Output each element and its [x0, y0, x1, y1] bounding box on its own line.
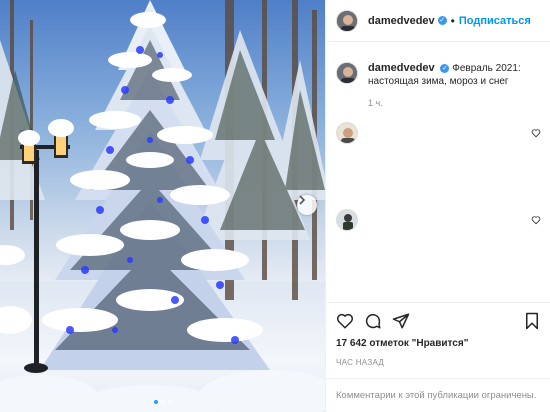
next-arrow-icon [299, 195, 306, 205]
heart-icon[interactable] [531, 128, 541, 138]
post-header: damedvedev ✓ • Подписаться [326, 0, 550, 42]
comments-limited-notice: Комментарии к этой публикации ограничены… [326, 378, 550, 412]
carousel-next-button[interactable] [297, 195, 317, 215]
comment-button[interactable] [364, 312, 382, 330]
comment-icon [365, 313, 381, 328]
comment-item [336, 209, 541, 231]
like-button[interactable] [336, 312, 354, 330]
save-button[interactable] [524, 312, 540, 330]
post-photo[interactable] [0, 0, 325, 412]
commenter-avatar[interactable] [336, 209, 358, 231]
share-icon [392, 313, 410, 328]
action-bar [326, 302, 550, 338]
post-timestamp[interactable]: ЧАС НАЗАД [326, 356, 550, 378]
carousel-dot [160, 400, 165, 404]
verified-icon: ✓ [440, 64, 450, 73]
carousel-dot [167, 400, 172, 404]
caption-timestamp[interactable]: 1 ч. [368, 98, 383, 108]
winter-scene-image [0, 0, 325, 412]
post-caption: damedvedev ✓ Февраль 2021: настоящая зим… [336, 62, 536, 88]
caption-avatar[interactable] [336, 62, 358, 84]
follow-button[interactable]: Подписаться [459, 15, 531, 27]
verified-icon: ✓ [437, 16, 447, 25]
heart-icon [336, 313, 354, 328]
comments-section: damedvedev ✓ Февраль 2021: настоящая зим… [326, 42, 550, 302]
carousel-indicator [0, 400, 325, 404]
author-avatar[interactable] [336, 9, 358, 32]
commenter-avatar[interactable] [336, 122, 358, 144]
heart-icon[interactable] [531, 215, 541, 225]
author-username[interactable]: damedvedev [368, 15, 435, 27]
separator-dot: • [450, 13, 455, 28]
carousel-dot [153, 400, 158, 404]
bookmark-icon [526, 312, 538, 329]
caption-username[interactable]: damedvedev [368, 62, 435, 74]
likes-count[interactable]: 17 642 отметок "Нравится" [326, 338, 550, 352]
share-button[interactable] [392, 312, 410, 330]
post-side-panel: damedvedev ✓ • Подписаться damedvedev ✓ … [325, 0, 550, 412]
comment-item [336, 122, 541, 144]
instagram-post: damedvedev ✓ • Подписаться damedvedev ✓ … [0, 0, 550, 412]
